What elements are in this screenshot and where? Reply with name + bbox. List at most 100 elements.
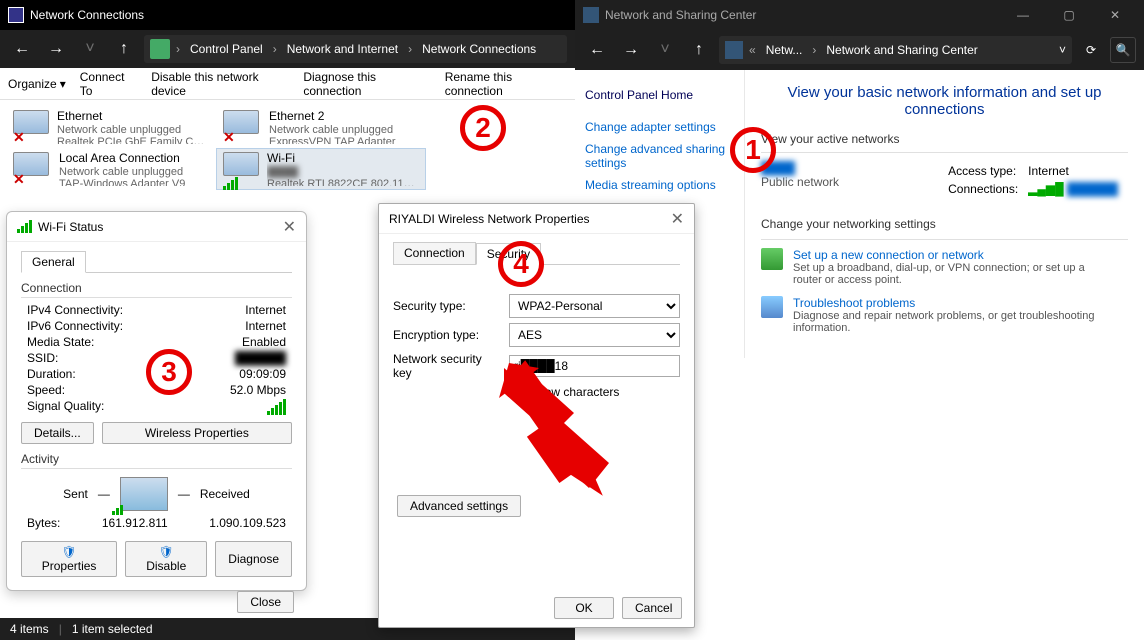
ipv4-value: Internet [245,303,286,317]
troubleshoot-link[interactable]: Troubleshoot problems [793,296,915,310]
media-streaming-link[interactable]: Media streaming options [585,174,734,196]
change-adapter-link[interactable]: Change adapter settings [585,116,734,138]
item-count: 4 items [10,622,49,636]
diagnose-button[interactable]: Diagnose this connection [303,70,430,98]
control-panel-home-link[interactable]: Control Panel Home [585,84,734,106]
connect-to-button[interactable]: Connect To [80,70,137,98]
disable-button[interactable]: 🛡 Disable [125,541,207,577]
x-icon: ✕ [13,171,25,188]
nav-back-icon[interactable]: ← [8,35,36,63]
connection-link[interactable]: ██████ [1067,182,1118,196]
breadcrumb-control-panel[interactable]: Control Panel [186,42,267,56]
address-bar[interactable]: « Netw... › Network and Sharing Center ˅ [719,36,1072,64]
close-button[interactable]: Close [237,591,294,613]
tab-strip: General [21,250,292,273]
wifi-status-dialog: Wi-Fi Status ✕ General Connection IPv4 C… [6,211,307,591]
nav-recent-icon[interactable]: ˅ [651,36,679,64]
refresh-icon[interactable]: ⟳ [1078,37,1104,63]
access-type-label: Access type: [948,163,1026,179]
nav-forward-icon[interactable]: → [42,35,70,63]
connection-name: Ethernet 2 [269,110,396,124]
nav-forward-icon[interactable]: → [617,36,645,64]
network-kind: Public network [761,175,839,189]
connections-label: Connections: [948,181,1026,197]
tab-connection[interactable]: Connection [393,242,476,264]
setup-connection-icon [761,248,783,270]
media-value: Enabled [242,335,286,349]
duration-value: 09:09:09 [239,367,286,381]
breadcrumb-network[interactable]: Netw... [762,43,807,57]
location-icon [725,41,743,59]
connection-wifi[interactable]: Wi-Fi ████ Realtek RTL8822CE 802.11ac PC… [216,148,426,190]
network-key-label: Network security key [393,352,503,380]
rename-button[interactable]: Rename this connection [445,70,567,98]
breadcrumb-sharing-center[interactable]: Network and Sharing Center [822,43,981,57]
connection-name: Wi-Fi [267,152,419,166]
duration-label: Duration: [27,367,76,381]
nav-back-icon[interactable]: ← [583,36,611,64]
maximize-button[interactable]: ▢ [1048,1,1090,29]
close-icon[interactable]: ✕ [671,209,684,229]
chevron-down-icon: ▾ [60,77,66,91]
security-type-select[interactable]: WPA2-Personal [509,294,680,318]
encryption-type-select[interactable]: AES [509,323,680,347]
dialog-title: RIYALDI Wireless Network Properties [389,212,590,226]
properties-button[interactable]: 🛡 Properties [21,541,117,577]
chevron-down-icon[interactable]: ˅ [1059,43,1066,57]
connection-status: Network cable unplugged [269,124,396,137]
speed-label: Speed: [27,383,65,397]
search-icon[interactable]: 🔍 [1110,37,1136,63]
breadcrumb-network-internet[interactable]: Network and Internet [283,42,402,56]
bytes-received: 1.090.109.523 [209,516,286,530]
ssid-label: SSID: [27,351,58,365]
ssid-value: ██████ [235,351,286,365]
cancel-button[interactable]: Cancel [622,597,682,619]
connection-group-heading: Connection [21,281,292,295]
connection-ethernet-2[interactable]: ✕ Ethernet 2 Network cable unplugged Exp… [216,106,426,148]
wireless-properties-button[interactable]: Wireless Properties [102,422,292,444]
sent-label: Sent [63,487,88,501]
speed-value: 52.0 Mbps [230,383,286,397]
troubleshoot-icon [761,296,783,318]
show-characters-checkbox[interactable] [513,386,526,399]
window-title: Network Connections [30,8,144,22]
connection-adapter: Realtek RTL8822CE 802.11ac PCIe ... [267,178,419,186]
tab-security[interactable]: Security [476,243,541,265]
setup-connection-link[interactable]: Set up a new connection or network [793,248,984,262]
advanced-sharing-link[interactable]: Change advanced sharing settings [585,138,734,174]
x-icon: ✕ [223,129,235,146]
connection-lac[interactable]: ✕ Local Area Connection Network cable un… [6,148,216,190]
active-networks-heading: View your active networks [761,132,1128,146]
connection-name: Local Area Connection [59,152,185,166]
connection-name: Ethernet [57,110,209,124]
monitor-icon [120,477,168,511]
tab-general[interactable]: General [21,251,86,273]
nav-recent-icon[interactable]: ˅ [76,35,104,63]
details-button[interactable]: Details... [21,422,94,444]
main-content: View your basic network information and … [745,70,1144,358]
received-label: Received [200,487,250,501]
x-icon: ✕ [13,129,25,146]
address-bar[interactable]: › Control Panel › Network and Internet ›… [144,35,567,63]
connection-adapter: Realtek PCIe GbE Family Controller [57,136,209,144]
minimize-button[interactable]: — [1002,1,1044,29]
diagnose-button[interactable]: Diagnose [215,541,292,577]
command-toolbar: Organize ▾ Connect To Disable this netwo… [0,68,575,100]
nav-up-icon[interactable]: ↑ [110,35,138,63]
connection-ethernet[interactable]: ✕ Ethernet Network cable unplugged Realt… [6,106,216,148]
advanced-settings-button[interactable]: Advanced settings [397,495,521,517]
connection-adapter: ExpressVPN TAP Adapter [269,136,396,144]
security-type-label: Security type: [393,299,503,313]
breadcrumb-network-connections[interactable]: Network Connections [418,42,540,56]
troubleshoot-desc: Diagnose and repair network problems, or… [793,310,1113,334]
close-button[interactable]: ✕ [1094,1,1136,29]
connection-status: Network cable unplugged [59,166,185,179]
organize-button[interactable]: Organize ▾ [8,77,66,91]
network-key-input[interactable] [509,355,680,377]
disable-device-button[interactable]: Disable this network device [151,70,289,98]
ok-button[interactable]: OK [554,597,614,619]
nav-up-icon[interactable]: ↑ [685,36,713,64]
close-icon[interactable]: ✕ [283,217,296,237]
ipv6-label: IPv6 Connectivity: [27,319,123,333]
ncpa-icon [8,7,24,23]
